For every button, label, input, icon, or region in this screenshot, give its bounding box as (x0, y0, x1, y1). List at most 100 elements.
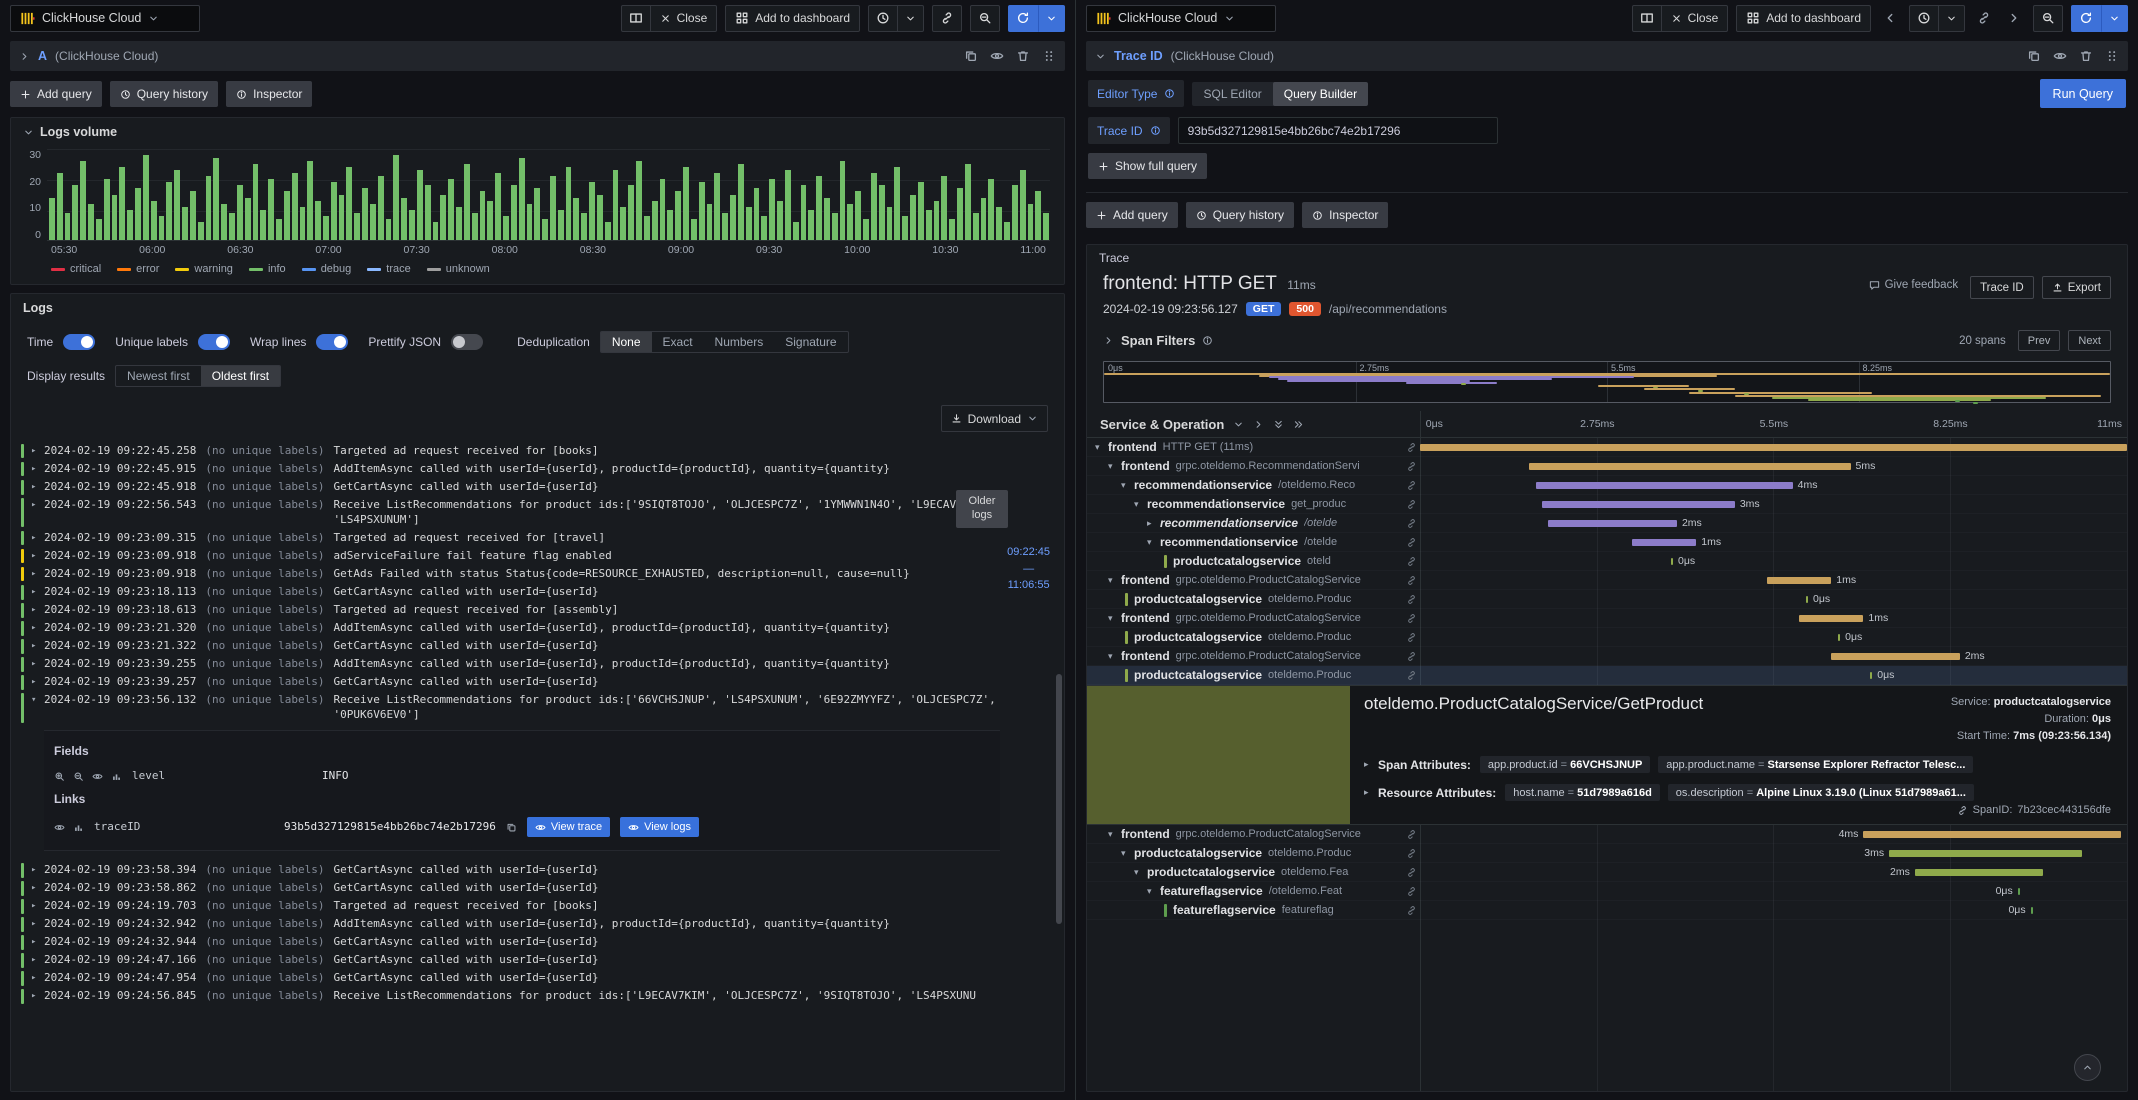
show-link-icon[interactable] (54, 822, 65, 833)
span-duration-bar[interactable] (1863, 831, 2121, 838)
share-link-button[interactable] (1973, 5, 1995, 32)
span-row[interactable]: ▾ featureflagservice/oteldemo.Feat 0μs (1087, 882, 2127, 901)
span-duration-bar[interactable] (1837, 634, 1841, 641)
span-duration-bar[interactable] (1541, 501, 1735, 508)
collapse-span-icon[interactable]: ▾ (1147, 537, 1160, 548)
share-link-button[interactable] (932, 4, 962, 32)
chevron-down-icon[interactable] (1233, 419, 1244, 430)
collapse-log-icon[interactable]: ▾ (31, 693, 44, 706)
collapse-all-icon[interactable] (1293, 419, 1304, 430)
zoom-out-button[interactable] (970, 4, 1000, 32)
expand-log-icon[interactable]: ▸ (31, 657, 44, 670)
expand-query-icon[interactable] (19, 51, 30, 62)
trace-id-button[interactable]: Trace ID (1970, 276, 2034, 299)
span-row[interactable]: productcatalogservice oteldemo.Produc 0μs (1087, 666, 2127, 685)
datasource-picker[interactable]: ClickHouse Cloud (1086, 4, 1276, 32)
log-row[interactable]: ▸ 2024-02-19 09:23:09.918 (no unique label… (21, 565, 1000, 583)
expand-log-icon[interactable]: ▸ (31, 675, 44, 688)
collapse-span-icon[interactable]: ▾ (1108, 651, 1121, 662)
time-shift-back-button[interactable] (1879, 5, 1901, 32)
span-duration-bar[interactable] (1419, 444, 2127, 451)
disable-query-icon[interactable] (2053, 49, 2067, 63)
expand-log-icon[interactable]: ▸ (31, 935, 44, 948)
collapse-span-icon[interactable]: ▾ (1108, 461, 1121, 472)
editor-option-sql-editor[interactable]: SQL Editor (1192, 82, 1272, 106)
link-stats-icon[interactable] (73, 822, 84, 833)
collapse-span-icon[interactable]: ▾ (1121, 848, 1134, 859)
log-row[interactable]: ▸ 2024-02-19 09:22:45.918 (no unique label… (21, 478, 1000, 496)
delete-query-icon[interactable] (1016, 49, 1030, 63)
span-link-icon[interactable] (1406, 480, 1417, 491)
drag-handle-icon[interactable] (1042, 49, 1056, 63)
time-picker-button[interactable] (1909, 4, 1939, 32)
span-link-icon[interactable] (1406, 442, 1417, 453)
dedup-option-none[interactable]: None (600, 332, 652, 352)
split-pane-button[interactable] (1631, 4, 1662, 32)
span-link-icon[interactable] (1406, 594, 1417, 605)
trace-minimap[interactable]: 0μs 2.75ms 5.5ms 8.25ms (1103, 361, 2111, 404)
expand-log-icon[interactable]: ▸ (31, 863, 44, 876)
order-option-oldest-first[interactable]: Oldest first (200, 366, 281, 386)
field-stats-icon[interactable] (111, 771, 122, 782)
unique-labels-toggle[interactable] (197, 334, 230, 350)
span-row[interactable]: ▾ frontend grpc.oteldemo.ProductCatalogSer… (1087, 609, 2127, 628)
collapse-span-icon[interactable]: ▾ (1095, 442, 1108, 453)
resource-attributes-row[interactable]: ▸ Resource Attributes: host.name = 51d798… (1364, 784, 2111, 802)
expand-log-icon[interactable]: ▸ (31, 480, 44, 493)
span-row[interactable]: ▾ productcatalogservice oteldemo.Fea 2ms (1087, 863, 2127, 882)
span-link-icon[interactable] (1406, 499, 1417, 510)
expand-log-icon[interactable]: ▸ (31, 971, 44, 984)
log-row[interactable]: ▸ 2024-02-19 09:24:47.166 (no unique label… (21, 952, 1000, 970)
expand-log-icon[interactable]: ▸ (31, 444, 44, 457)
span-row[interactable]: ▸ recommendationservice/otelde 2ms (1087, 514, 2127, 533)
duplicate-query-icon[interactable] (964, 49, 978, 63)
add-query-button[interactable]: Add query (1086, 202, 1178, 228)
span-duration-bar[interactable] (2017, 888, 2021, 895)
span-link-icon[interactable] (1406, 905, 1417, 916)
collapse-span-icon[interactable]: ▾ (1108, 575, 1121, 586)
time-picker-button[interactable] (868, 4, 898, 32)
log-row[interactable]: ▸ 2024-02-19 09:23:58.862 (no unique label… (21, 879, 1000, 897)
expand-filters-icon[interactable] (1103, 335, 1114, 346)
show-full-query-button[interactable]: Show full query (1088, 153, 1208, 179)
span-row[interactable]: ▾ recommendationservice/oteldemo.Reco 4ms (1087, 476, 2127, 495)
span-row[interactable]: productcatalogservice oteldemo.Produc 0μs (1087, 590, 2127, 609)
log-row[interactable]: ▸ 2024-02-19 09:23:21.320 (no unique label… (21, 619, 1000, 637)
legend-item-debug[interactable]: debug (301, 263, 351, 275)
span-row[interactable]: ▾ productcatalogservice oteldemo.Produc 3ms (1087, 844, 2127, 863)
span-duration-bar[interactable] (2030, 907, 2034, 914)
delete-query-icon[interactable] (2079, 49, 2093, 63)
log-row[interactable]: ▸ 2024-02-19 09:23:18.613 (no unique label… (21, 601, 1000, 619)
span-link-icon[interactable] (1406, 848, 1417, 859)
expand-log-icon[interactable]: ▸ (31, 899, 44, 912)
add-to-dashboard-button[interactable]: Add to dashboard (725, 4, 860, 32)
close-pane-button[interactable]: Close (1661, 4, 1729, 32)
close-pane-button[interactable]: Close (650, 4, 718, 32)
view-logs-button[interactable]: View logs (620, 817, 699, 838)
log-row[interactable]: ▸ 2024-02-19 09:23:39.257 (no unique label… (21, 673, 1000, 691)
next-span-button[interactable]: Next (2068, 330, 2111, 351)
inspector-button[interactable]: Inspector (226, 81, 313, 107)
download-button[interactable]: Download (940, 405, 1048, 432)
give-feedback-link[interactable]: Give feedback (1869, 276, 1958, 291)
refresh-interval-caret-button[interactable] (2101, 4, 2128, 32)
expand-log-icon[interactable]: ▸ (31, 549, 44, 562)
expand-log-icon[interactable]: ▸ (31, 639, 44, 652)
log-row[interactable]: ▸ 2024-02-19 09:22:45.915 (no unique label… (21, 460, 1000, 478)
expand-log-icon[interactable]: ▸ (31, 603, 44, 616)
span-link-icon[interactable] (1406, 461, 1417, 472)
refresh-run-button[interactable] (2071, 4, 2101, 32)
span-link-icon[interactable] (1406, 632, 1417, 643)
time-toggle[interactable] (63, 334, 96, 350)
expand-log-icon[interactable]: ▸ (31, 953, 44, 966)
link-icon[interactable] (1957, 805, 1968, 816)
span-link-icon[interactable] (1406, 829, 1417, 840)
log-row[interactable]: ▸ 2024-02-19 09:23:18.113 (no unique label… (21, 583, 1000, 601)
dedup-option-numbers[interactable]: Numbers (704, 332, 775, 352)
dedup-option-signature[interactable]: Signature (774, 332, 847, 352)
span-duration-bar[interactable] (1670, 558, 1673, 565)
log-row[interactable]: ▸ 2024-02-19 09:23:58.394 (no unique label… (21, 861, 1000, 879)
span-duration-bar[interactable] (1831, 653, 1960, 660)
drag-handle-icon[interactable] (2105, 49, 2119, 63)
query-history-button[interactable]: Query history (109, 81, 219, 107)
